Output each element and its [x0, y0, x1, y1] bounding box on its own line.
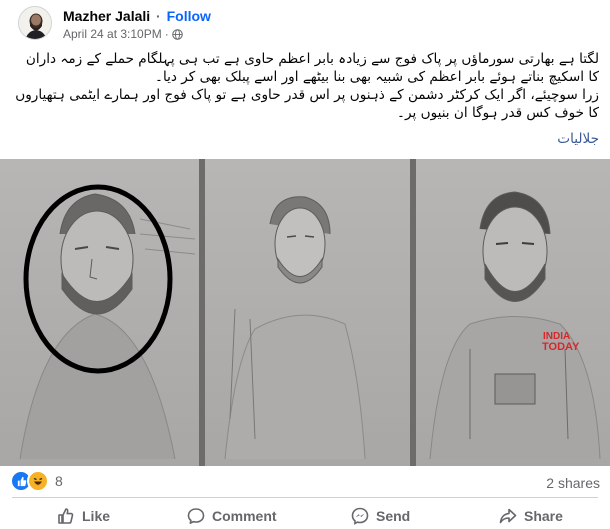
post-text: لگتا ہے بھارتی سورماؤں پر پاک فوج سے زیا…	[14, 50, 599, 148]
send-button[interactable]: Send	[350, 502, 410, 529]
like-button[interactable]: Like	[56, 502, 110, 529]
action-divider	[12, 497, 598, 498]
follow-button[interactable]: Follow	[167, 8, 211, 24]
post-meta: April 24 at 3:10PM ·	[63, 27, 183, 41]
post-header: Mazher Jalali · Follow April 24 at 3:10P…	[0, 0, 610, 45]
comment-label: Comment	[212, 507, 277, 524]
comment-icon	[187, 507, 205, 524]
like-icon	[58, 507, 74, 524]
share-label: Share	[524, 507, 563, 524]
like-label: Like	[82, 507, 111, 524]
share-count[interactable]: 2 shares	[546, 475, 600, 491]
post-text-line1: لگتا ہے بھارتی سورماؤں پر پاک فوج سے زیا…	[25, 51, 599, 85]
author-avatar[interactable]	[18, 6, 52, 40]
reaction-summary[interactable]: 8	[10, 470, 63, 492]
separator-dot: ·	[156, 8, 161, 24]
post-text-line2: زرا سوچیئے، اگر ایک کرکٹر دشمن کے ذہنوں …	[15, 87, 599, 121]
haha-reaction-icon	[27, 470, 49, 492]
hashtag-link[interactable]: جلالیات	[14, 130, 599, 148]
facebook-post: Mazher Jalali · Follow April 24 at 3:10P…	[0, 0, 610, 529]
action-bar: Like Comment Send Share	[0, 502, 610, 529]
india-today-watermark: INDIA TODAY	[542, 331, 580, 353]
timestamp[interactable]: April 24 at 3:10PM	[63, 27, 162, 41]
author-name[interactable]: Mazher Jalali	[63, 8, 150, 24]
reaction-count[interactable]: 8	[55, 473, 63, 489]
avatar-image	[19, 7, 51, 39]
messenger-icon	[351, 507, 369, 525]
globe-icon[interactable]	[171, 28, 183, 40]
author-line: Mazher Jalali · Follow	[63, 8, 211, 24]
watermark-line2: TODAY	[542, 341, 580, 353]
share-button[interactable]: Share	[498, 502, 563, 529]
send-label: Send	[376, 507, 411, 524]
comment-button[interactable]: Comment	[186, 502, 277, 529]
share-icon	[499, 508, 517, 523]
sketch-panels-image	[0, 159, 610, 466]
post-image[interactable]: INDIA TODAY	[0, 159, 610, 466]
